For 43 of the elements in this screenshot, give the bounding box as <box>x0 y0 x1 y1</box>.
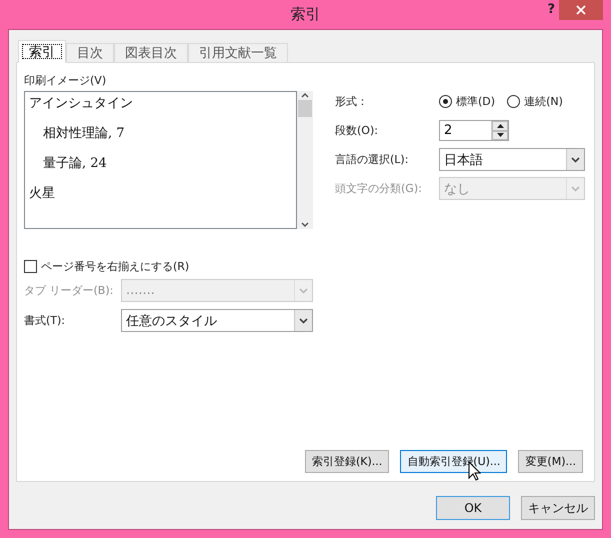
tab[interactable]: 図表目次 <box>114 43 188 63</box>
radio-label: 標準(D) <box>456 94 496 109</box>
preview-label: 印刷イメージ(V) <box>24 73 108 88</box>
tab[interactable]: 目次 <box>66 43 114 63</box>
field-label: 形式： <box>335 94 369 109</box>
close-button[interactable] <box>559 0 603 20</box>
index-entry: 火星 <box>29 185 56 202</box>
window-title: 索引 <box>290 5 320 24</box>
dialog-button[interactable]: キャンセル <box>521 496 595 520</box>
up-arrow-icon <box>496 124 504 128</box>
chevron-up-icon <box>301 93 309 98</box>
index-entry: アインシュタイン <box>29 95 134 112</box>
field-label: 段数(O): <box>335 123 379 138</box>
index-entry: 相対性理論, 7 <box>42 125 126 142</box>
tab[interactable]: 索引 <box>18 40 66 63</box>
field-label: タブ リーダー(B): <box>24 283 114 298</box>
chevron-down-icon <box>299 288 308 294</box>
chevron-down-icon <box>571 186 580 192</box>
down-arrow-icon <box>496 133 504 138</box>
action-button[interactable]: 変更(M)... <box>518 450 583 473</box>
scrollbar[interactable] <box>297 91 313 229</box>
index-entry: 量子論, 24 <box>42 155 108 172</box>
radio-label: 連続(N) <box>524 94 563 109</box>
help-button[interactable]: ? <box>543 2 559 17</box>
chevron-down-icon <box>571 156 580 162</box>
radio-dot-icon <box>443 99 448 104</box>
field-label: 頭文字の分類(G): <box>335 181 423 196</box>
language-dropdown[interactable]: 日本語 <box>439 148 585 171</box>
radio-button[interactable] <box>507 95 520 108</box>
columns-spinner[interactable]: 2 <box>439 120 509 141</box>
tab[interactable]: 引用文献一覧 <box>188 43 288 63</box>
radio-button[interactable] <box>439 95 452 108</box>
scrollbar-thumb[interactable] <box>298 100 312 118</box>
chevron-down-icon <box>301 222 309 227</box>
chevron-down-icon <box>299 318 308 324</box>
action-button[interactable]: 索引登録(K)... <box>305 450 390 473</box>
field-label: 言語の選択(L): <box>335 152 410 167</box>
style-dropdown[interactable]: 任意のスタイル <box>121 309 313 332</box>
close-icon <box>576 5 586 15</box>
checkbox-label: ページ番号を右揃えにする(R) <box>41 259 190 274</box>
checkbox[interactable] <box>24 260 37 273</box>
field-label: 書式(T): <box>24 313 66 328</box>
dialog-button[interactable]: OK <box>436 496 510 520</box>
